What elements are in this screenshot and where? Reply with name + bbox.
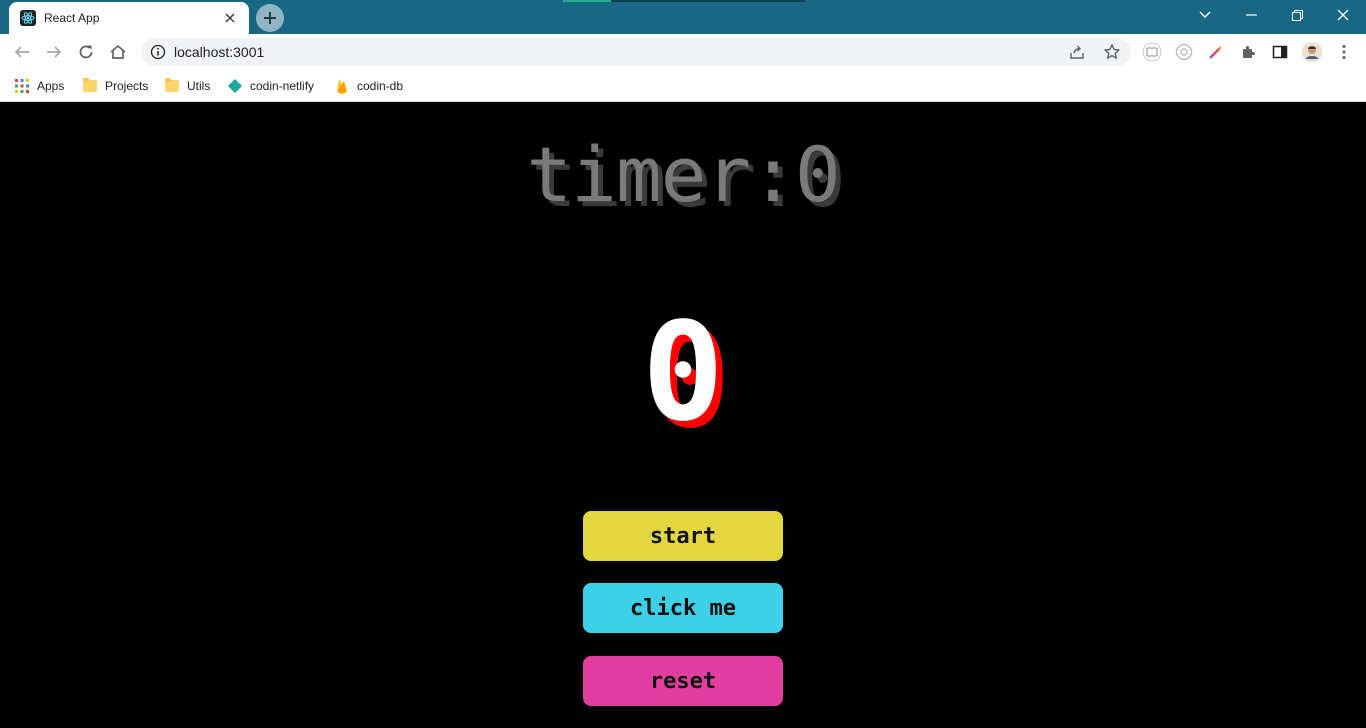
reload-icon[interactable]: [74, 40, 98, 64]
bookmark-label: codin-db: [357, 79, 404, 93]
browser-toolbar: localhost:3001: [0, 34, 1366, 70]
firebase-icon: [337, 79, 347, 94]
forward-arrow-icon[interactable]: [42, 40, 66, 64]
address-bar[interactable]: localhost:3001: [141, 38, 1131, 66]
home-icon[interactable]: [106, 40, 130, 64]
close-window-icon[interactable]: [1320, 0, 1366, 30]
site-info-icon[interactable]: [150, 44, 166, 65]
bookmarks-bar: Apps Projects Utils codin-netlify codin-…: [0, 70, 1366, 102]
bookmark-codin-db[interactable]: codin-db: [335, 77, 403, 95]
chrome-menu-icon[interactable]: [1334, 42, 1354, 62]
new-tab-button[interactable]: [256, 4, 284, 32]
start-button[interactable]: start: [583, 511, 783, 561]
restore-icon[interactable]: [1274, 0, 1320, 30]
tab-title: React App: [44, 11, 100, 25]
react-favicon-icon: [20, 10, 36, 26]
bookmark-utils[interactable]: Utils: [165, 77, 210, 95]
bookmark-star-icon[interactable]: [1103, 43, 1121, 66]
bookmark-label: Apps: [37, 79, 65, 93]
netlify-diamond-icon: [228, 79, 242, 93]
bookmark-codin-netlify[interactable]: codin-netlify: [228, 77, 314, 95]
bookmark-label: Projects: [105, 79, 149, 93]
bookmark-label: codin-netlify: [250, 79, 315, 93]
folder-icon: [83, 78, 97, 92]
extension-target-icon[interactable]: [1174, 42, 1194, 62]
side-panel-icon[interactable]: [1270, 42, 1290, 62]
apps-grid-icon: [15, 79, 29, 93]
click-counter: 0: [642, 294, 724, 452]
back-arrow-icon[interactable]: [10, 40, 34, 64]
app-viewport: timer:0 0 start click me reset: [0, 103, 1366, 728]
folder-icon: [165, 78, 179, 92]
bookmark-projects[interactable]: Projects: [83, 77, 148, 95]
share-icon[interactable]: [1069, 44, 1085, 65]
minimize-icon[interactable]: [1228, 0, 1274, 30]
address-url: localhost:3001: [174, 44, 265, 60]
timer-heading: timer:0: [526, 130, 840, 219]
reset-button[interactable]: reset: [583, 656, 783, 706]
bookmark-label: Utils: [187, 79, 211, 93]
extensions-puzzle-icon[interactable]: [1238, 42, 1258, 62]
extension-screen-icon[interactable]: [1142, 42, 1162, 62]
browser-tab[interactable]: React App: [9, 2, 249, 34]
profile-avatar[interactable]: [1302, 42, 1322, 62]
extension-colorpicker-icon[interactable]: [1206, 42, 1226, 62]
tab-strip-indicator: [563, 0, 805, 2]
browser-titlebar: React App: [0, 0, 1366, 34]
bookmark-apps[interactable]: Apps: [15, 77, 64, 95]
tab-close-icon[interactable]: [220, 8, 240, 28]
tab-search-chevron-icon[interactable]: [1182, 0, 1228, 30]
click-me-button[interactable]: click me: [583, 583, 783, 633]
